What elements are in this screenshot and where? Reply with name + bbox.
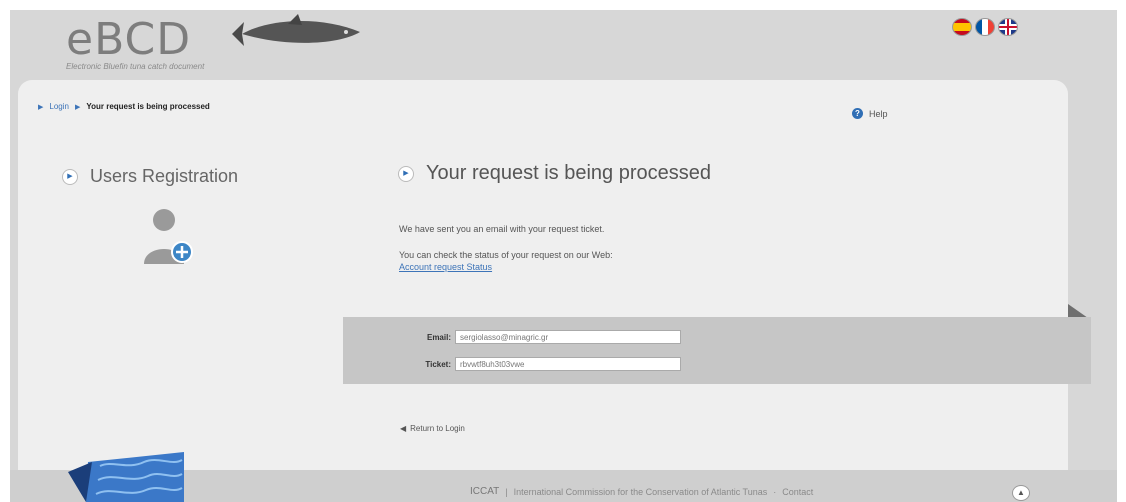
tuna-fish-icon bbox=[232, 14, 360, 46]
users-registration-heading: ▶ Users Registration bbox=[62, 166, 238, 187]
email-row: Email: sergiolasso@minagric.gr bbox=[399, 330, 681, 344]
arrow-bullet-icon: ▶ bbox=[62, 168, 78, 185]
scroll-top-icon[interactable]: ▲ bbox=[1012, 485, 1030, 501]
english-flag-icon[interactable] bbox=[998, 18, 1018, 36]
help-icon: ? bbox=[852, 108, 863, 119]
ticket-label: Ticket: bbox=[425, 359, 451, 369]
email-sent-message: We have sent you an email with your requ… bbox=[399, 224, 605, 234]
ticket-field[interactable]: rbvwtf8uh3t03vwe bbox=[455, 357, 681, 371]
page-title-text: Your request is being processed bbox=[426, 162, 711, 184]
logo-subtitle: Electronic Bluefin tuna catch document bbox=[66, 62, 205, 71]
breadcrumb-login[interactable]: Login bbox=[49, 102, 69, 111]
ocean-image bbox=[68, 452, 184, 502]
check-status-message: You can check the status of your request… bbox=[399, 250, 613, 260]
back-arrow-icon: ◀ bbox=[400, 424, 407, 433]
french-flag-icon[interactable] bbox=[975, 18, 995, 36]
breadcrumb-arrow-icon: ▶ bbox=[74, 103, 81, 111]
arrow-bullet-icon: ▶ bbox=[398, 165, 414, 182]
email-field[interactable]: sergiolasso@minagric.gr bbox=[455, 330, 681, 344]
ebcd-logo[interactable]: eBCD bbox=[66, 18, 191, 62]
content-panel: ▶ Login ▶ Your request is being processe… bbox=[18, 80, 1068, 480]
spanish-flag-icon[interactable] bbox=[952, 18, 972, 36]
breadcrumb-current: Your request is being processed bbox=[86, 102, 210, 111]
breadcrumb-arrow-icon: ▶ bbox=[38, 103, 44, 111]
help-label: Help bbox=[869, 108, 888, 119]
footer-commission: International Commission for the Conserv… bbox=[513, 486, 768, 497]
sidebar-title: Users Registration bbox=[90, 166, 239, 186]
email-label: Email: bbox=[426, 332, 451, 342]
return-label: Return to Login bbox=[410, 424, 465, 433]
ticket-row: Ticket: rbvwtf8uh3t03vwe bbox=[399, 357, 681, 371]
language-switcher bbox=[952, 18, 1018, 36]
add-user-icon bbox=[144, 209, 193, 264]
footer-separator: | bbox=[505, 486, 508, 497]
return-to-login-link[interactable]: ◀ Return to Login bbox=[400, 424, 465, 433]
request-form: Email: sergiolasso@minagric.gr Ticket: r… bbox=[343, 317, 1091, 384]
footer-contact[interactable]: Contact bbox=[782, 487, 813, 497]
help-link[interactable]: ? Help bbox=[852, 108, 888, 119]
breadcrumb: ▶ Login ▶ Your request is being processe… bbox=[38, 102, 210, 111]
side-tab-icon bbox=[1068, 304, 1088, 318]
footer-text: ICCAT | International Commission for the… bbox=[470, 486, 813, 497]
page-title: ▶ Your request is being processed bbox=[398, 162, 711, 185]
footer-dash: · bbox=[773, 486, 777, 497]
account-status-link[interactable]: Account request Status bbox=[399, 262, 492, 272]
footer-org[interactable]: ICCAT bbox=[470, 486, 499, 497]
